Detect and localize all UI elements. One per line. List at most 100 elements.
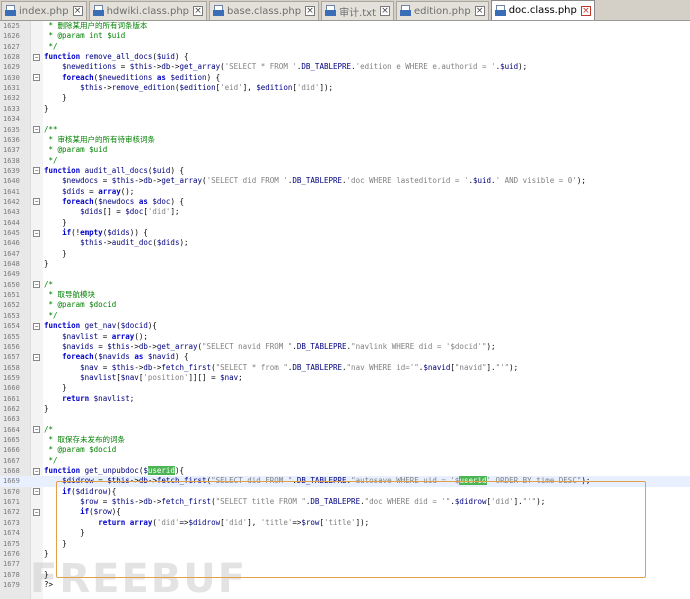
fold-toggle-icon[interactable]: − xyxy=(33,167,40,175)
close-icon[interactable]: × xyxy=(580,5,591,16)
code-line[interactable]: 1657 foreach($navids as $navid) { xyxy=(0,352,690,362)
code-text: * 审核某用户的所有待审核词条 xyxy=(44,134,156,144)
close-icon[interactable]: × xyxy=(193,6,204,16)
code-line[interactable]: 1679 ?> xyxy=(0,580,690,590)
code-line[interactable]: 1655 $navlist = array(); xyxy=(0,332,690,342)
tab-base-class-php[interactable]: base.class.php × xyxy=(209,1,320,20)
code-text: return $navlist; xyxy=(62,393,135,403)
close-icon[interactable]: × xyxy=(305,6,316,16)
line-number: 1648 xyxy=(3,260,20,269)
code-line[interactable]: 1629 $neweditions = $this->db->get_array… xyxy=(0,62,690,72)
code-line[interactable]: 1667 */ xyxy=(0,456,690,466)
code-line[interactable]: 1668 function get_unpubdoc($userid){ xyxy=(0,466,690,476)
line-number: 1651 xyxy=(3,291,20,300)
code-line[interactable]: 1660 } xyxy=(0,383,690,393)
code-line[interactable]: 1630 foreach($neweditions as $edition) { xyxy=(0,73,690,83)
code-line[interactable]: 1649 xyxy=(0,269,690,279)
tab-doc-class-php[interactable]: doc.class.php × xyxy=(490,0,595,20)
code-text: * 取保存未发布的词条 xyxy=(44,435,126,444)
code-line[interactable]: 1666 * @param $docid xyxy=(0,445,690,455)
file-icon xyxy=(494,4,506,17)
code-editor[interactable]: FREEBUF 1625 * 删除某用户的所有词条版本 1626 * @param… xyxy=(0,21,690,599)
fold-toggle-icon[interactable]: − xyxy=(33,353,40,361)
tab-label: hdwiki.class.php xyxy=(106,5,190,17)
code-line[interactable]: 1642 foreach($newdocs as $doc) { xyxy=(0,197,690,207)
code-line[interactable]: 1633} xyxy=(0,104,690,114)
code-line[interactable]: 1658 $nav = $this->db->fetch_first("SELE… xyxy=(0,363,690,373)
code-line[interactable]: 1641 $dids = array(); xyxy=(0,187,690,197)
code-text: $newdocs = $this->db->get_array('SELECT … xyxy=(62,176,586,186)
fold-toggle-icon[interactable]: − xyxy=(33,53,40,61)
code-line[interactable]: 1625 * 删除某用户的所有词条版本 xyxy=(0,21,690,31)
code-line[interactable]: 1639 function audit_all_docs($uid) { xyxy=(0,166,690,176)
line-number: 1639 xyxy=(3,166,20,175)
code-text: */ xyxy=(44,41,58,51)
code-line[interactable]: 1631 $this->remove_edition($edition['eid… xyxy=(0,83,690,93)
code-line[interactable]: 1644 } xyxy=(0,218,690,228)
line-number: 1653 xyxy=(3,311,20,320)
code-line[interactable]: 1652 * @param $docid xyxy=(0,300,690,310)
tab-label: 审计.txt xyxy=(339,7,377,19)
code-line[interactable]: 1662} xyxy=(0,404,690,414)
fold-toggle-icon[interactable]: − xyxy=(33,508,40,516)
code-line[interactable]: 1627 */ xyxy=(0,42,690,52)
code-line[interactable]: 1634 xyxy=(0,114,690,124)
code-line[interactable]: 1632 } xyxy=(0,93,690,103)
code-text: $this->audit_doc($dids); xyxy=(80,238,189,248)
fold-toggle-icon[interactable]: − xyxy=(33,126,40,133)
line-number: 1670 xyxy=(3,487,20,496)
close-icon[interactable]: × xyxy=(72,6,83,16)
code-line[interactable]: 1648} xyxy=(0,259,690,269)
tab-index-php[interactable]: index.php × xyxy=(1,1,87,20)
line-number: 1633 xyxy=(3,104,20,113)
code-line[interactable]: 1647 } xyxy=(0,249,690,259)
code-line[interactable]: 1635 /** xyxy=(0,125,690,135)
line-number: 1666 xyxy=(3,446,20,455)
code-line[interactable]: 1626 * @param int $uid xyxy=(0,31,690,41)
code-line[interactable]: 1650 /* xyxy=(0,280,690,290)
line-number: 1656 xyxy=(3,342,20,351)
fold-toggle-icon[interactable]: − xyxy=(33,281,40,289)
code-line[interactable]: 1645 if(!empty($dids)) { xyxy=(0,228,690,238)
code-text: * @param $docid xyxy=(44,445,117,455)
tab-txt[interactable]: 审计.txt × xyxy=(321,1,395,20)
code-text: */ xyxy=(44,155,58,165)
fold-toggle-icon[interactable]: − xyxy=(33,488,40,496)
close-icon[interactable]: × xyxy=(474,6,485,16)
code-line[interactable]: 1643 $dids[] = $doc['did']; xyxy=(0,207,690,217)
code-line[interactable]: 1654 function get_nav($docid){ xyxy=(0,321,690,331)
tab-edition-php[interactable]: edition.php × xyxy=(396,1,489,20)
code-line[interactable]: 1638 */ xyxy=(0,156,690,166)
code-text: } xyxy=(44,103,49,113)
code-line[interactable]: 1656 $navids = $this->db->get_array("SEL… xyxy=(0,342,690,352)
line-number: 1671 xyxy=(3,498,20,507)
line-number: 1678 xyxy=(3,570,20,579)
fold-toggle-icon[interactable]: − xyxy=(33,74,40,82)
code-line[interactable]: 1651 * 取导航模块 xyxy=(0,290,690,300)
code-line[interactable]: 1663 xyxy=(0,414,690,424)
fold-toggle-icon[interactable]: − xyxy=(33,467,40,475)
code-text: function audit_all_docs($uid) { xyxy=(44,165,184,175)
fold-toggle-icon[interactable]: − xyxy=(33,229,40,237)
code-line[interactable]: 1636 * 审核某用户的所有待审核词条 xyxy=(0,135,690,145)
code-line[interactable]: 1653 */ xyxy=(0,311,690,321)
line-number: 1654 xyxy=(3,322,20,331)
code-line[interactable]: 1637 * @param $uid xyxy=(0,145,690,155)
code-line[interactable]: 1661 return $navlist; xyxy=(0,394,690,404)
fold-toggle-icon[interactable]: − xyxy=(33,198,40,206)
code-line[interactable]: 1646 $this->audit_doc($dids); xyxy=(0,238,690,248)
code-line[interactable]: 1664 /* xyxy=(0,425,690,435)
line-number: 1676 xyxy=(3,549,20,558)
tab-hdwiki-class-php[interactable]: hdwiki.class.php × xyxy=(88,1,208,20)
fold-toggle-icon[interactable]: − xyxy=(33,322,40,330)
code-text: foreach($neweditions as $edition) { xyxy=(62,72,221,82)
close-icon[interactable]: × xyxy=(380,6,391,16)
tab-bar: index.php × hdwiki.class.php × base.class.ph… xyxy=(0,0,690,21)
code-line[interactable]: 1665 * 取保存未发布的词条 xyxy=(0,435,690,445)
line-number: 1625 xyxy=(3,22,20,30)
fold-toggle-icon[interactable]: − xyxy=(33,426,40,434)
code-line[interactable]: 1659 $navlist[$nav['position']][] = $nav… xyxy=(0,373,690,383)
code-line[interactable]: 1640 $newdocs = $this->db->get_array('SE… xyxy=(0,176,690,186)
line-number: 1664 xyxy=(3,425,20,434)
code-line[interactable]: 1628 function remove_all_docs($uid) { xyxy=(0,52,690,62)
